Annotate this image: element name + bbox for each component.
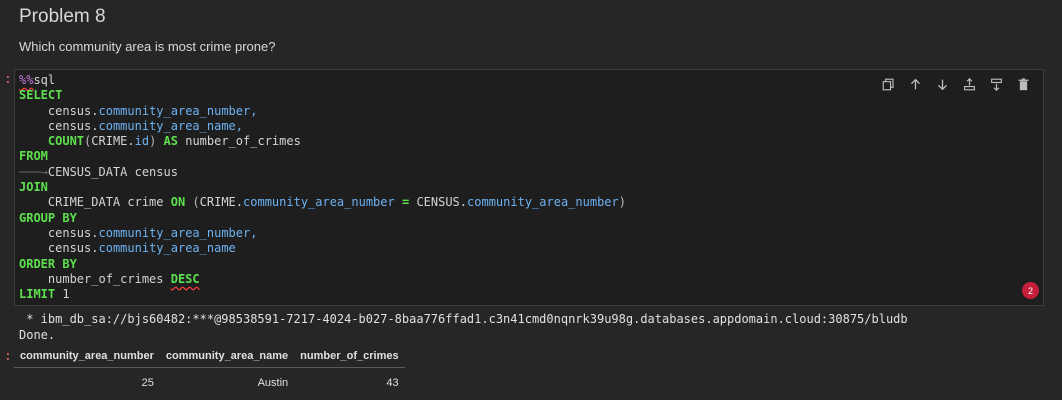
table-ref: CENSUS_DATA census bbox=[47, 164, 178, 179]
column-ref: community_area_number bbox=[98, 103, 251, 118]
kw-from: FROM bbox=[19, 149, 48, 164]
dot: . bbox=[127, 134, 135, 149]
arrow-down-icon bbox=[937, 79, 948, 90]
column-ref: community_area_number bbox=[467, 195, 619, 210]
comma: , bbox=[250, 103, 258, 118]
kw-limit: LIMIT bbox=[19, 287, 56, 302]
cell-output-text: * ibm_db_sa://bjs60482:***@98538591-7217… bbox=[19, 312, 908, 343]
result-table: community_area_number community_area_nam… bbox=[14, 346, 405, 393]
output-prompt-marker: : bbox=[4, 349, 12, 364]
column-header: number_of_crimes bbox=[294, 346, 405, 368]
operator-eq: = bbox=[401, 195, 410, 210]
delete-cell-button[interactable] bbox=[1010, 75, 1037, 93]
arrow-up-icon bbox=[910, 78, 921, 89]
dot: . bbox=[91, 241, 99, 256]
table-ref: census bbox=[47, 118, 92, 133]
table-ref: CRIME bbox=[91, 134, 128, 149]
code-cell[interactable]: %%sql SELECT census.community_area_numbe… bbox=[14, 69, 1044, 306]
insert-above-button[interactable] bbox=[956, 75, 983, 93]
alias: number_of_crimes bbox=[185, 134, 301, 149]
kw-join: JOIN bbox=[19, 180, 48, 195]
kw-desc: DESC bbox=[170, 271, 200, 286]
done-status: Done. bbox=[19, 327, 56, 342]
dot: . bbox=[91, 118, 99, 133]
cell-toolbar bbox=[875, 75, 1037, 93]
kw-as: AS bbox=[163, 134, 178, 149]
table-cell: 25 bbox=[141, 376, 154, 389]
column-ref: community_area_name bbox=[98, 118, 236, 133]
table-ref: CRIME bbox=[199, 195, 236, 210]
dot: . bbox=[459, 195, 468, 210]
table-header-row: community_area_number community_area_nam… bbox=[14, 346, 405, 368]
column-header: community_area_number bbox=[14, 346, 160, 368]
limit-value: 1 bbox=[62, 287, 70, 302]
paren-close: ) bbox=[618, 195, 626, 210]
alias: number_of_crimes bbox=[47, 271, 164, 286]
insert-below-icon bbox=[991, 78, 1002, 91]
insert-below-button[interactable] bbox=[983, 75, 1010, 93]
table-ref: census bbox=[47, 103, 92, 118]
dot: . bbox=[91, 103, 99, 118]
table-ref: CENSUS bbox=[416, 195, 460, 210]
paren-open: ( bbox=[192, 195, 200, 210]
column-ref: community_area_name bbox=[98, 241, 236, 256]
copy-icon bbox=[882, 78, 894, 90]
table-ref: census bbox=[47, 241, 92, 256]
table-row: 25 Austin 43 bbox=[14, 368, 405, 394]
kw-select: SELECT bbox=[19, 88, 63, 103]
magic-percent: %% bbox=[19, 73, 34, 87]
question-text: Which community area is most crime prone… bbox=[19, 39, 276, 54]
column-ref: id bbox=[134, 134, 150, 149]
column-header: community_area_name bbox=[159, 346, 295, 368]
column-ref: community_area_number bbox=[98, 225, 251, 240]
tab-indicator: ───→ bbox=[19, 164, 48, 179]
move-down-button[interactable] bbox=[929, 75, 956, 93]
paren-close: ) bbox=[149, 134, 157, 149]
kw-on: ON bbox=[170, 195, 186, 210]
column-ref: community_area_number bbox=[243, 195, 395, 210]
connection-string: * ibm_db_sa://bjs60482:***@98538591-7217… bbox=[19, 312, 908, 326]
dot: . bbox=[235, 195, 244, 210]
table-cell: 43 bbox=[386, 376, 399, 389]
comma: , bbox=[250, 225, 258, 240]
kw-count: COUNT bbox=[47, 134, 85, 149]
section-heading: Problem 8 bbox=[19, 6, 106, 27]
insert-above-icon bbox=[964, 77, 975, 90]
notification-badge[interactable]: 2 bbox=[1022, 282, 1039, 299]
move-up-button[interactable] bbox=[902, 75, 929, 93]
copy-cell-button[interactable] bbox=[875, 75, 902, 93]
magic-word: sql bbox=[33, 73, 56, 87]
dot: . bbox=[91, 225, 99, 240]
table-cell: Austin bbox=[257, 376, 289, 389]
trash-icon bbox=[1018, 77, 1029, 90]
sql-code-editor[interactable]: %%sql SELECT census.community_area_numbe… bbox=[19, 73, 626, 302]
kw-order-by: ORDER BY bbox=[19, 256, 77, 271]
kw-group-by: GROUP BY bbox=[19, 210, 77, 225]
table-ref: census bbox=[47, 225, 92, 240]
cell-prompt-marker: : bbox=[4, 72, 12, 87]
comma: , bbox=[235, 118, 244, 133]
table-ref: CRIME_DATA crime bbox=[47, 195, 164, 210]
